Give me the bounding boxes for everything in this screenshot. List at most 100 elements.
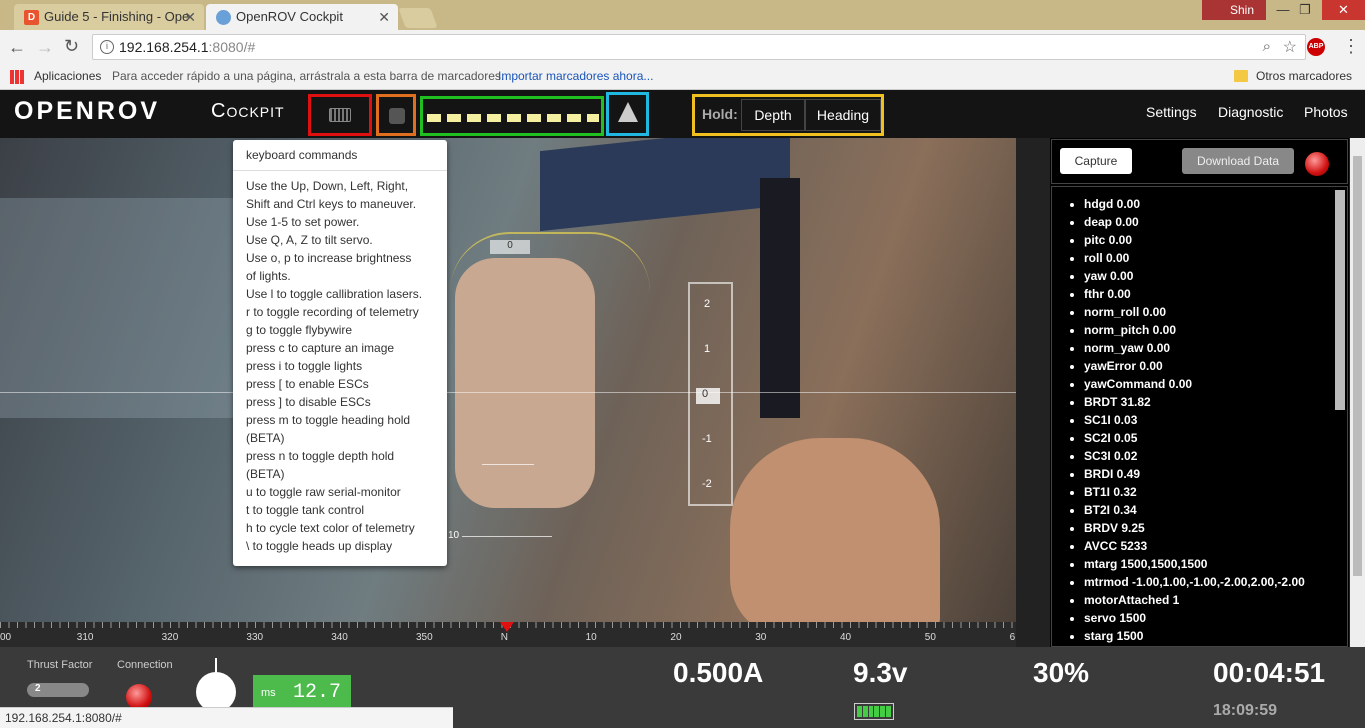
thrust-factor-slider[interactable]: 2	[27, 683, 89, 697]
roll-readout: 0	[490, 240, 530, 254]
depth-tick: 2	[704, 298, 711, 310]
connection-label: Connection	[117, 659, 173, 671]
telemetry-item: BRDT 31.82	[1084, 393, 1347, 411]
nav-diagnostic[interactable]: Diagnostic	[1218, 104, 1283, 120]
pitch-ladder-label: 10	[448, 530, 460, 541]
telemetry-item: motorAttached 1	[1084, 591, 1347, 609]
download-data-button[interactable]: Download Data	[1182, 148, 1294, 174]
telemetry-item: yawCommand 0.00	[1084, 375, 1347, 393]
nav-photos[interactable]: Photos	[1304, 104, 1348, 120]
bookmarks-bar: Aplicaciones Para acceder rápido a una p…	[0, 64, 1365, 90]
telemetry-item: BRDV 9.25	[1084, 519, 1347, 537]
tab-label: Guide 5 - Finishing - Ope	[44, 9, 190, 24]
apps-link[interactable]: Aplicaciones	[34, 69, 101, 83]
compass-label: 50	[924, 632, 936, 643]
scene-face	[730, 438, 940, 622]
capture-button[interactable]: Capture	[1060, 148, 1132, 174]
popup-command-list: Use the Up, Down, Left, Right, Shift and …	[233, 171, 447, 555]
back-icon[interactable]: ←	[8, 37, 26, 58]
keyboard-command-line: Use Q, A, Z to tilt servo.	[246, 233, 373, 247]
popup-title: keyboard commands	[233, 140, 447, 171]
voltage-readout: 9.3v	[853, 657, 908, 688]
hold-controls: Hold: Depth Heading	[692, 94, 884, 136]
bookmark-star-icon[interactable]: ☆	[1283, 37, 1297, 57]
telemetry-item: yaw 0.00	[1084, 267, 1347, 285]
video-feed: 0 10 2 1 0 -1 -2	[0, 138, 1016, 622]
latency-box: ms 12.7	[253, 675, 351, 711]
depth-tick: 1	[704, 343, 711, 355]
lights-level-indicator[interactable]	[420, 96, 604, 136]
keyboard-command-line: u to toggle raw serial-monitor	[246, 485, 401, 499]
record-indicator-icon[interactable]	[1305, 152, 1329, 176]
page-scrollbar-thumb[interactable]	[1353, 156, 1362, 576]
other-bookmarks-link[interactable]: Otros marcadores	[1256, 69, 1352, 83]
keyboard-command-line: press [ to enable ESCs	[246, 377, 369, 391]
page-scrollbar[interactable]	[1350, 138, 1365, 647]
heading-hold-button[interactable]: Heading	[805, 99, 881, 131]
attitude-dial-needle	[215, 658, 217, 676]
tab-favicon-icon	[216, 10, 231, 25]
keyboard-command-line: Shift and Ctrl keys to maneuver.	[246, 197, 417, 211]
battery-icon	[854, 703, 894, 720]
keyboard-command-line: \ to toggle heads up display	[246, 539, 393, 553]
telemetry-item: AVCC 5233	[1084, 537, 1347, 555]
compass-label: 320	[161, 632, 179, 643]
telemetry-item: hdgd 0.00	[1084, 195, 1347, 213]
address-bar[interactable]: i 192.168.254.1:8080/# ⌕ ☆	[92, 34, 1306, 60]
cockpit-title: Cockpit	[211, 100, 285, 122]
maximize-icon[interactable]: ❐	[1290, 0, 1320, 20]
heading-marker	[500, 622, 514, 632]
scene-shelf	[0, 198, 240, 418]
telemetry-panel: hdgd 0.00deap 0.00pitc 0.00roll 0.00yaw …	[1051, 186, 1348, 647]
keyboard-command-line: r to toggle recording of telemetry	[246, 305, 419, 319]
tab-favicon-icon: D	[24, 10, 39, 25]
telemetry-item: SC2I 0.05	[1084, 429, 1347, 447]
url-rest: :8080/#	[208, 39, 256, 55]
forward-icon[interactable]: →	[36, 37, 54, 58]
telemetry-item: mtrmod -1.00,1.00,-1.00,-2.00,2.00,-2.00	[1084, 573, 1347, 591]
elapsed-time: 00:04:51	[1213, 657, 1326, 688]
close-window-icon[interactable]: ✕	[1322, 0, 1365, 20]
close-tab-icon[interactable]: ✕	[378, 9, 390, 26]
depth-hold-button[interactable]: Depth	[741, 99, 805, 131]
tab-guide[interactable]: D Guide 5 - Finishing - Ope ✕	[14, 4, 204, 30]
tab-cockpit[interactable]: OpenROV Cockpit ✕	[206, 4, 398, 30]
keyboard-button[interactable]	[308, 94, 372, 136]
compass-label: 00	[0, 632, 12, 643]
new-tab-button[interactable]	[398, 8, 438, 28]
browser-status-bar: 192.168.254.1:8080/#	[0, 707, 453, 728]
attitude-dial-icon	[196, 672, 236, 712]
keyboard-command-line: press m to toggle heading hold	[246, 413, 411, 427]
nav-settings[interactable]: Settings	[1146, 104, 1197, 120]
adblock-icon[interactable]: ABP	[1307, 38, 1325, 56]
camera-button[interactable]	[376, 94, 416, 136]
compass-label: 340	[331, 632, 348, 643]
lights-level-bar	[427, 114, 599, 122]
bookmarks-hint: Para acceder rápido a una página, arrást…	[112, 69, 505, 83]
zoom-icon[interactable]: ⌕	[1263, 38, 1271, 55]
telemetry-list: hdgd 0.00deap 0.00pitc 0.00roll 0.00yaw …	[1052, 187, 1347, 645]
info-icon[interactable]: i	[100, 40, 114, 54]
import-bookmarks-link[interactable]: Importar marcadores ahora...	[498, 69, 653, 83]
telemetry-item: servo 1500	[1084, 609, 1347, 627]
telemetry-item: roll 0.00	[1084, 249, 1347, 267]
scene-hand	[455, 258, 595, 508]
apps-icon[interactable]	[10, 70, 24, 84]
keyboard-command-line: (BETA)	[246, 467, 285, 481]
reload-icon[interactable]: ↻	[64, 36, 79, 57]
profile-button[interactable]: Shin	[1202, 0, 1266, 20]
keyboard-commands-popup: keyboard commands Use the Up, Down, Left…	[233, 140, 447, 566]
menu-icon[interactable]: ⋮	[1342, 36, 1360, 57]
telemetry-item: fthr 0.00	[1084, 285, 1347, 303]
close-tab-icon[interactable]: ✕	[184, 9, 196, 26]
compass-label: N	[500, 632, 509, 643]
keyboard-command-line: (BETA)	[246, 431, 285, 445]
current-readout: 0.500A	[673, 657, 764, 688]
laser-button[interactable]	[606, 92, 649, 136]
telemetry-scrollbar[interactable]	[1335, 190, 1345, 410]
url-host: 192.168.254.1	[119, 39, 209, 55]
keyboard-icon	[329, 108, 351, 122]
horizon-line	[0, 392, 1016, 393]
percent-readout: 30%	[1033, 657, 1090, 688]
scene-monitor	[540, 138, 790, 232]
